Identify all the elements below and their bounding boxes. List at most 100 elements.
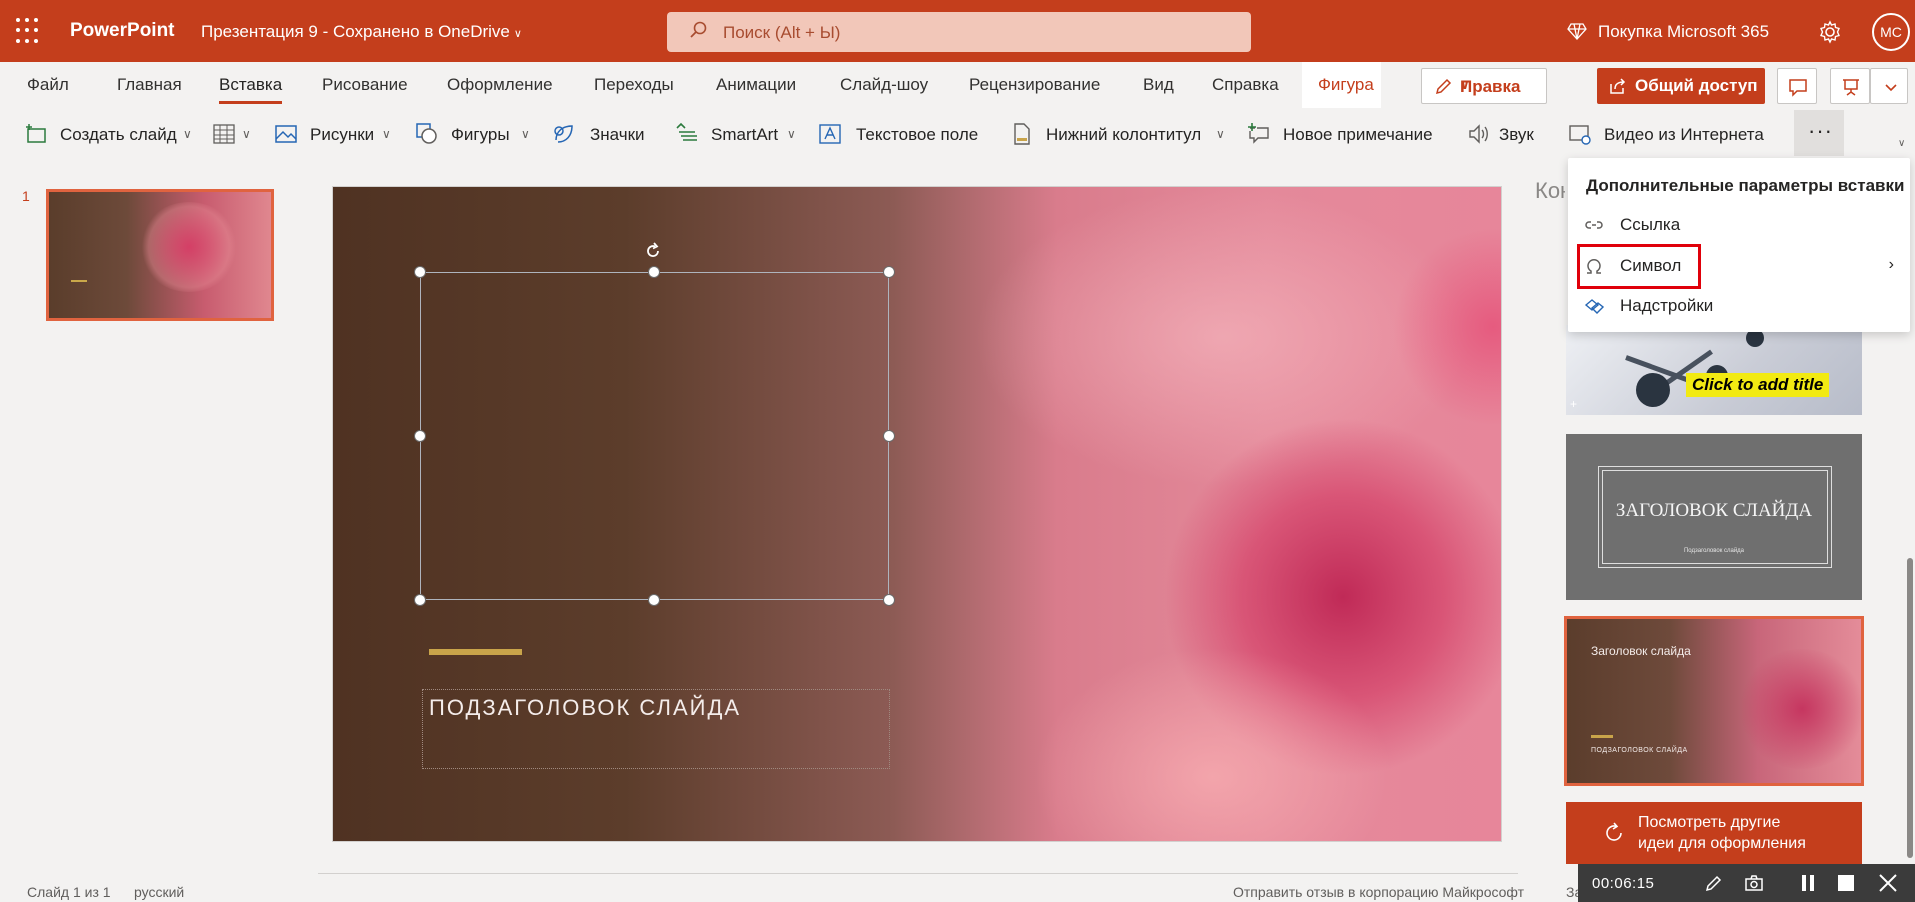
buy-microsoft365-link[interactable]: Покупка Microsoft 365: [1598, 22, 1769, 42]
close-icon[interactable]: [1878, 873, 1898, 893]
search-icon: [690, 21, 707, 38]
add-comment-icon: [1248, 123, 1269, 144]
search-box[interactable]: Поиск (Alt + Ы): [667, 12, 1251, 52]
resize-handle[interactable]: [414, 266, 426, 278]
language-indicator[interactable]: русский: [134, 884, 184, 900]
slide-thumbnail-number: 1: [22, 188, 30, 204]
resize-handle[interactable]: [414, 430, 426, 442]
plus-icon: +: [1570, 397, 1578, 411]
refresh-icon: [1606, 822, 1622, 841]
editing-mode-button[interactable]: Правка ∨: [1421, 68, 1547, 104]
selected-title-placeholder[interactable]: [420, 272, 889, 600]
idea-subtitle: Подзаголовок слайда: [1683, 548, 1745, 554]
textbox-button[interactable]: Текстовое поле: [818, 122, 984, 148]
ribbon-collapse-icon[interactable]: ∨: [1898, 138, 1905, 149]
tab-review[interactable]: Рецензирование: [969, 75, 1100, 95]
audio-button[interactable]: Звук: [1467, 122, 1547, 148]
tab-help[interactable]: Справка: [1212, 75, 1279, 95]
tab-home[interactable]: Главная: [117, 75, 182, 95]
slide-subtitle[interactable]: ПОДЗАГОЛОВОК СЛАЙДА: [429, 695, 741, 721]
slide-accent-line: [429, 649, 522, 655]
tab-design[interactable]: Оформление: [447, 75, 553, 95]
table-button[interactable]: ∨: [212, 122, 256, 148]
footer-button[interactable]: Нижний колонтитул ∨: [1010, 122, 1230, 148]
scrollbar-thumb[interactable]: [1907, 558, 1913, 858]
chevron-down-icon: ∨: [242, 127, 251, 141]
design-idea-selected[interactable]: Заголовок слайда ПОДЗАГОЛОВОК СЛАЙДА: [1564, 616, 1864, 786]
menu-item-addins[interactable]: Надстройки: [1568, 286, 1910, 326]
feedback-link[interactable]: Отправить отзыв в корпорацию Майкрософт: [1233, 884, 1524, 900]
more-design-ideas-button[interactable]: Посмотреть другие идеи для оформления: [1566, 802, 1862, 864]
tab-view[interactable]: Вид: [1143, 75, 1174, 95]
more-icon: ···: [1808, 118, 1833, 143]
title-bar: PowerPoint Презентация 9 - Сохранено в O…: [0, 0, 1915, 62]
audio-label: Звук: [1499, 125, 1534, 144]
pictures-button[interactable]: Рисунки ∨: [274, 122, 396, 148]
diamond-icon: [1567, 23, 1587, 40]
pause-icon[interactable]: [1798, 873, 1818, 893]
shapes-button[interactable]: Фигуры ∨: [415, 122, 535, 148]
tab-draw[interactable]: Рисование: [322, 75, 408, 95]
menu-item-link[interactable]: Ссылка: [1568, 205, 1910, 245]
slide-canvas[interactable]: ПОДЗАГОЛОВОК СЛАЙДА: [332, 186, 1502, 842]
textbox-icon: [819, 124, 841, 144]
stop-icon[interactable]: [1836, 873, 1856, 893]
chevron-down-icon: ∨: [1460, 78, 1470, 92]
pencil-icon: [1435, 78, 1452, 95]
share-icon: [1610, 78, 1626, 94]
document-title[interactable]: Презентация 9 - Сохранено в OneDrive ∨: [201, 22, 522, 42]
resize-handle[interactable]: [883, 594, 895, 606]
slide-thumbnail[interactable]: [46, 189, 274, 321]
online-video-button[interactable]: Видео из Интернета: [1568, 122, 1768, 148]
chevron-down-icon: ∨: [183, 127, 192, 141]
design-idea-gray[interactable]: ЗАГОЛОВОК СЛАЙДА Подзаголовок слайда: [1566, 434, 1862, 600]
camera-icon[interactable]: [1744, 873, 1764, 893]
comments-button[interactable]: [1777, 68, 1817, 104]
icons-label: Значки: [590, 125, 645, 144]
new-comment-button[interactable]: Новое примечание: [1247, 122, 1447, 148]
comment-icon: [1789, 79, 1807, 97]
user-avatar[interactable]: МС: [1872, 13, 1910, 51]
app-name[interactable]: PowerPoint: [70, 20, 175, 42]
share-button[interactable]: Общий доступ: [1597, 68, 1765, 104]
recording-timer: 00:06:15: [1592, 875, 1655, 892]
resize-handle[interactable]: [648, 594, 660, 606]
tab-file[interactable]: Файл: [27, 75, 69, 95]
design-idea-molecule[interactable]: Click to add title +: [1566, 325, 1862, 415]
smartart-label: SmartArt: [711, 125, 779, 144]
gear-icon[interactable]: [1818, 20, 1842, 44]
dropdown-header: Дополнительные параметры вставки: [1586, 176, 1905, 195]
new-slide-button[interactable]: Создать слайд ∨: [24, 122, 199, 148]
tab-transitions[interactable]: Переходы: [594, 75, 674, 95]
tab-shape[interactable]: Фигура: [1318, 75, 1374, 95]
resize-handle[interactable]: [883, 266, 895, 278]
tab-insert[interactable]: Вставка: [219, 75, 283, 104]
resize-handle[interactable]: [648, 266, 660, 278]
smartart-icon: [676, 122, 697, 141]
highlight-annotation: [1577, 244, 1701, 289]
more-commands-button[interactable]: ···: [1794, 110, 1844, 156]
link-icon: [1585, 221, 1603, 229]
tab-slideshow[interactable]: Слайд-шоу: [840, 75, 928, 95]
designer-title: Кон: [1535, 178, 1565, 203]
pen-icon[interactable]: [1704, 873, 1724, 893]
chevron-down-icon: ∨: [1216, 127, 1225, 141]
smartart-button[interactable]: SmartArt ∨: [675, 122, 801, 148]
slide-count: Слайд 1 из 1: [27, 884, 111, 900]
idea-title: ЗАГОЛОВОК СЛАЙДА: [1615, 500, 1813, 521]
resize-handle[interactable]: [883, 430, 895, 442]
table-icon: [213, 124, 235, 144]
app-launcher-icon[interactable]: [16, 18, 42, 44]
present-options-button[interactable]: [1870, 68, 1908, 104]
document-title-text: Презентация 9 - Сохранено в OneDrive: [201, 22, 510, 41]
chevron-down-icon: ∨: [382, 127, 391, 141]
present-button[interactable]: [1830, 68, 1870, 104]
new-slide-label: Создать слайд: [60, 125, 177, 144]
chevron-down-icon: ∨: [521, 127, 530, 141]
rotate-handle-icon[interactable]: [643, 241, 663, 261]
online-video-label: Видео из Интернета: [1604, 125, 1764, 144]
tab-animations[interactable]: Анимации: [716, 75, 796, 95]
resize-handle[interactable]: [414, 594, 426, 606]
idea-title: Заголовок слайда: [1591, 644, 1691, 658]
icons-button[interactable]: Значки: [552, 122, 658, 148]
